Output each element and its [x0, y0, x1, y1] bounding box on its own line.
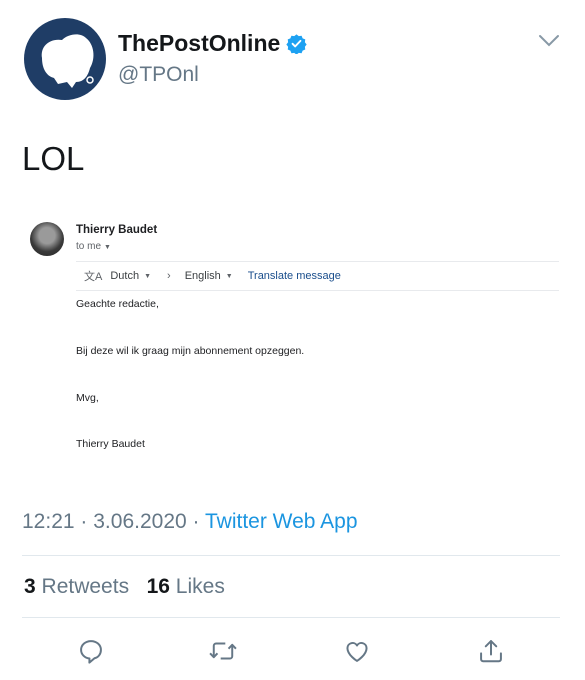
email-closing: Mvg,: [76, 392, 99, 404]
chevron-down-icon[interactable]: [538, 34, 560, 48]
divider: [22, 617, 560, 618]
retweet-icon: [209, 642, 237, 660]
caret-down-icon: ▼: [225, 272, 233, 280]
tweet-meta: 12:21 · 3.06.2020 · Twitter Web App: [22, 510, 358, 534]
caret-down-icon: ▼: [144, 272, 152, 280]
pig-logo-icon: [41, 34, 94, 88]
arrow-right-icon: ›: [167, 270, 171, 282]
translate-bar: 文A Dutch ▼ › English ▼ Translate message: [76, 261, 559, 291]
retweet-button[interactable]: [206, 634, 240, 668]
tweet-stats: 3 Retweets 16 Likes: [24, 575, 225, 599]
tweet-text: LOL: [22, 140, 85, 177]
meta-separator: ·: [80, 510, 88, 533]
sender-avatar: [30, 222, 64, 256]
verified-badge-icon: [286, 34, 307, 54]
source-language: Dutch: [110, 270, 140, 282]
share-icon: [480, 640, 502, 663]
email-signature: Thierry Baudet: [76, 438, 145, 450]
email-greeting: Geachte redactie,: [76, 298, 159, 310]
retweets-label: Retweets: [41, 575, 130, 598]
reply-button[interactable]: [74, 634, 108, 668]
email-sender: Thierry Baudet: [76, 224, 158, 236]
translate-icon: 文A: [84, 271, 103, 283]
like-icon: [346, 641, 368, 662]
meta-separator: ·: [192, 510, 200, 533]
likes-count: 16: [146, 575, 170, 598]
caret-down-icon: ▼: [104, 244, 111, 251]
target-language: English: [184, 270, 221, 282]
retweets-count: 3: [24, 575, 36, 598]
profile-name-row: ThePostOnline: [118, 30, 307, 57]
email-recipient: to me ▼: [76, 241, 111, 252]
like-button[interactable]: [340, 634, 374, 668]
tweet-date[interactable]: 3.06.2020: [93, 510, 186, 533]
recipient-label: to me: [76, 241, 102, 252]
profile-handle[interactable]: @TPOnl: [118, 63, 199, 87]
tweet-source-link[interactable]: Twitter Web App: [205, 510, 358, 533]
email-screenshot[interactable]: Thierry Baudet to me ▼ 文A Dutch ▼ › Engli…: [24, 212, 559, 472]
share-button[interactable]: [474, 634, 508, 668]
reply-icon: [80, 640, 102, 664]
divider: [22, 555, 560, 556]
likes-label: Likes: [175, 575, 225, 598]
tweet-time[interactable]: 12:21: [22, 510, 75, 533]
profile-avatar[interactable]: [24, 18, 106, 100]
profile-name[interactable]: ThePostOnline: [118, 30, 280, 57]
email-body-line: Bij deze wil ik graag mijn abonnement op…: [76, 345, 305, 357]
likes-stat[interactable]: 16 Likes: [147, 575, 225, 598]
retweets-stat[interactable]: 3 Retweets: [24, 575, 129, 598]
translate-message-link: Translate message: [247, 270, 341, 282]
